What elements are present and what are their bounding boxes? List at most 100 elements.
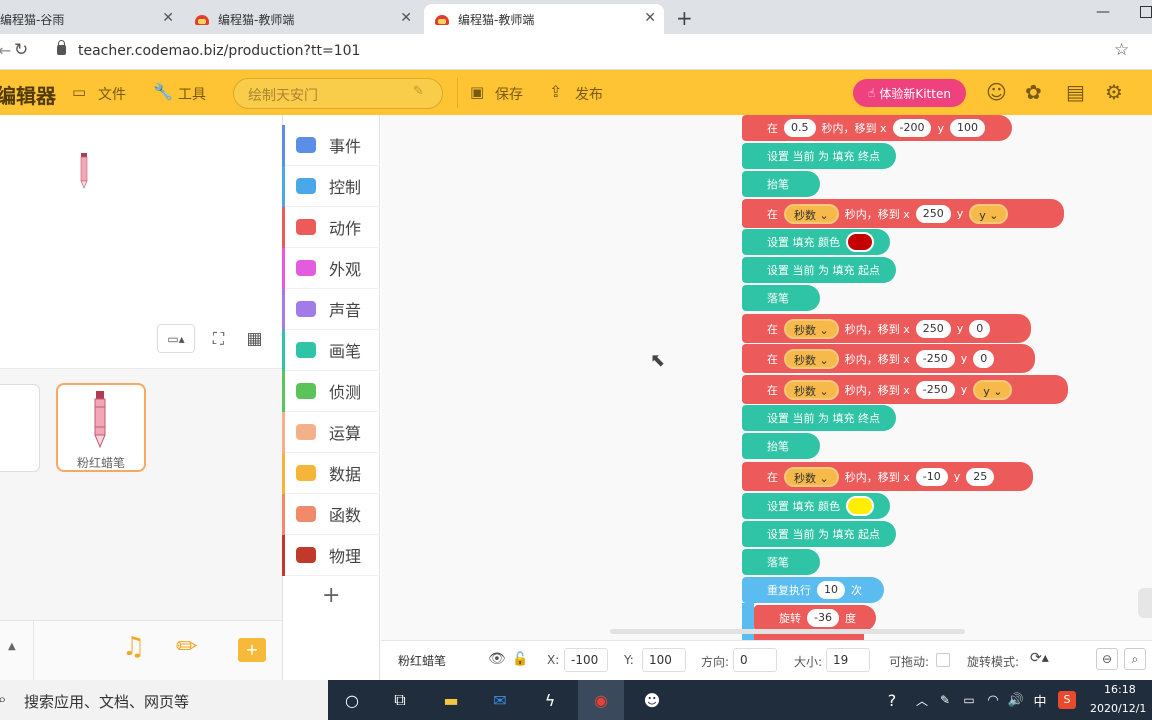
new-tab-button[interactable]: +	[676, 6, 693, 30]
category-item[interactable]: 声音	[282, 289, 380, 330]
add-folder-icon[interactable]: +	[238, 638, 266, 662]
save-button[interactable]: 保存	[495, 84, 523, 104]
browser-tab-3-active[interactable]: 编程猫-教师端 ✕	[424, 4, 664, 34]
category-item[interactable]: 函数	[282, 494, 380, 535]
ime-language[interactable]: 中	[1028, 688, 1052, 712]
set-fill-end-block[interactable]: 设置 当前 为 填充 终点	[742, 405, 896, 431]
y-dropdown[interactable]: y ⌄	[969, 203, 1009, 224]
seconds-dropdown[interactable]: 秒数 ⌄	[784, 379, 839, 400]
pen-up-block[interactable]: 抬笔	[742, 171, 820, 197]
size-input[interactable]: 19	[826, 648, 870, 672]
seconds-dropdown[interactable]: 秒数 ⌄	[784, 348, 839, 369]
zoom-out-icon[interactable]: ⊖	[1096, 648, 1118, 670]
file-menu[interactable]: 文件	[98, 84, 126, 104]
category-item[interactable]: 外观	[282, 248, 380, 289]
y-dropdown[interactable]: y ⌄	[973, 379, 1013, 400]
browser-tab-1[interactable]: 编程猫-谷雨 ✕	[0, 4, 182, 34]
sogou-input-icon[interactable]: S	[1058, 691, 1076, 709]
close-tab-icon[interactable]: ✕	[644, 10, 656, 26]
file-explorer-icon[interactable]: ▬	[439, 688, 463, 712]
paint-pencil-icon[interactable]: ✏	[176, 632, 198, 662]
settings-gear-icon[interactable]: ⚙	[1105, 80, 1123, 104]
y-input[interactable]: 25	[966, 467, 995, 486]
horizontal-scrollbar[interactable]	[610, 629, 965, 634]
category-item[interactable]: 事件	[282, 125, 380, 166]
pen-tray-icon[interactable]: ✎	[933, 688, 957, 712]
close-tab-icon[interactable]: ✕	[162, 10, 174, 26]
battery-icon[interactable]: ▭	[957, 688, 981, 712]
category-item[interactable]: 侦测	[282, 371, 380, 412]
set-fill-start-block[interactable]: 设置 当前 为 填充 起点	[742, 521, 896, 547]
pink-crayon-sprite[interactable]	[80, 153, 88, 189]
task-view-icon[interactable]: ⧉	[388, 688, 412, 712]
taskbar-time[interactable]: 16:18	[1104, 683, 1136, 696]
music-icon[interactable]: ♫	[122, 632, 145, 662]
repeat-block[interactable]: 重复执行 10 次	[742, 577, 884, 603]
duration-input[interactable]: 0.5	[784, 119, 816, 137]
x-input[interactable]: -250	[915, 380, 955, 399]
pen-up-block[interactable]: 抬笔	[742, 433, 820, 459]
y-position-input[interactable]: 100	[642, 648, 686, 672]
tools-menu[interactable]: 工具	[178, 84, 206, 104]
close-tab-icon[interactable]: ✕	[400, 10, 412, 26]
set-fill-start-block[interactable]: 设置 当前 为 填充 起点	[742, 257, 896, 283]
x-input[interactable]: 250	[915, 204, 951, 223]
collapse-panel-handle[interactable]	[1138, 588, 1152, 618]
red-color-swatch[interactable]	[846, 232, 874, 252]
mail-icon[interactable]: ✉	[488, 688, 512, 712]
draggable-checkbox[interactable]	[936, 653, 950, 667]
rotate-block[interactable]: 旋转 -36 度	[754, 605, 876, 631]
browser-tab-2[interactable]: 编程猫-教师端 ✕	[184, 4, 420, 34]
expand-up-icon[interactable]: ▲	[8, 641, 16, 652]
direction-input[interactable]: 0	[733, 648, 777, 672]
sprite-card-background[interactable]	[0, 384, 40, 472]
reload-icon[interactable]: ↻	[14, 40, 28, 60]
bookmark-star-icon[interactable]: ☆	[1114, 40, 1129, 60]
mascot-icon[interactable]: ☺	[986, 80, 1007, 104]
move-to-block[interactable]: 在秒数 ⌄ 秒内，移到 x 250 y y ⌄	[742, 199, 1064, 228]
materials-icon[interactable]: ✿	[1025, 80, 1042, 104]
move-to-block[interactable]: 在秒数 ⌄ 秒内，移到 x -250 y y ⌄	[742, 375, 1068, 404]
calendar-icon[interactable]: ▤	[1066, 80, 1085, 104]
yellow-color-swatch[interactable]	[846, 496, 874, 516]
back-arrow-icon[interactable]: ←	[0, 41, 11, 60]
category-item[interactable]: 画笔	[282, 330, 380, 371]
repeat-count-input[interactable]: 10	[817, 581, 845, 599]
category-item[interactable]: 动作	[282, 207, 380, 248]
set-fill-end-block[interactable]: 设置 当前 为 填充 终点	[742, 143, 896, 169]
stage-size-toggle[interactable]: ▭▴	[157, 324, 195, 353]
x-input[interactable]: -200	[892, 119, 932, 137]
lock-icon[interactable]	[57, 40, 66, 55]
codemao-app-icon[interactable]: ☻	[640, 688, 664, 712]
category-item[interactable]: 物理	[282, 535, 380, 576]
grid-icon[interactable]: ▦	[240, 324, 269, 353]
volume-icon[interactable]: 🔊	[1004, 688, 1028, 712]
add-extension-button[interactable]: +	[322, 583, 340, 608]
rotation-mode-dropdown[interactable]: ⟳▴	[1030, 650, 1049, 666]
set-fill-color-block[interactable]: 设置 填充 颜色	[742, 229, 890, 255]
y-input[interactable]: 0	[973, 349, 995, 368]
seconds-dropdown[interactable]: 秒数 ⌄	[784, 203, 839, 224]
taskbar-date[interactable]: 2020/12/1	[1090, 702, 1146, 715]
help-icon[interactable]: ?	[880, 688, 904, 712]
category-item[interactable]: 运算	[282, 412, 380, 453]
show-hidden-icons-icon[interactable]: ︿	[910, 688, 934, 712]
minimize-window-icon[interactable]: —	[1096, 4, 1110, 20]
x-input[interactable]: 250	[915, 319, 951, 338]
category-item[interactable]: 控制	[282, 166, 380, 207]
eye-visibility-icon[interactable]: 👁	[488, 651, 506, 667]
publish-button[interactable]: 发布	[575, 84, 603, 104]
pen-down-block[interactable]: 落笔	[742, 549, 820, 575]
x-input[interactable]: -10	[915, 467, 948, 486]
lightning-app-icon[interactable]: ϟ	[538, 688, 562, 712]
x-position-input[interactable]: -100	[564, 648, 608, 672]
sprite-name-field[interactable]: 粉红蜡笔	[392, 648, 532, 672]
unlock-icon[interactable]: 🔓	[512, 652, 528, 667]
wifi-icon[interactable]: ◠	[981, 688, 1005, 712]
zoom-search-icon[interactable]: ⌕	[1124, 648, 1146, 670]
category-item[interactable]: 数据	[282, 453, 380, 494]
maximize-window-icon[interactable]	[1140, 6, 1152, 18]
move-to-block[interactable]: 在 0.5 秒内，移到 x -200 y 100	[742, 115, 1012, 141]
degree-input[interactable]: -36	[807, 609, 839, 627]
fullscreen-icon[interactable]: ⛶	[204, 324, 233, 353]
